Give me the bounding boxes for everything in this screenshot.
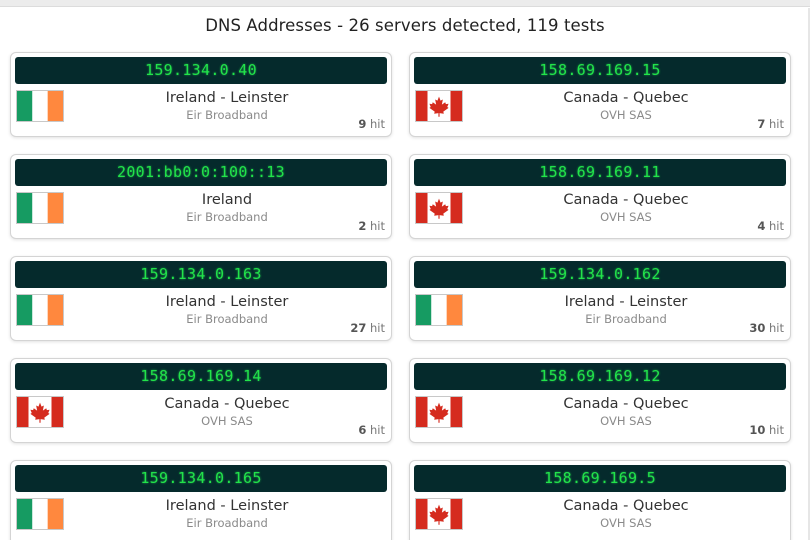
ip-address: 159.134.0.162 — [414, 261, 786, 288]
hit-number: 6 — [358, 423, 367, 437]
hit-number: 2 — [358, 219, 367, 233]
hit-label: hit — [769, 321, 784, 335]
hit-number: 7 — [757, 117, 766, 131]
ip-address: 158.69.169.15 — [414, 57, 786, 84]
hit-number: 27 — [350, 321, 367, 335]
hit-count: 4 hit — [757, 219, 784, 233]
server-card: 158.69.169.15 Canada - Quebec OVH SAS 7 … — [409, 52, 791, 137]
hit-count: 9 hit — [358, 117, 385, 131]
canada-flag-icon — [415, 396, 463, 428]
hit-count: 30 hit — [749, 321, 784, 335]
page-title: DNS Addresses - 26 servers detected, 119… — [205, 16, 605, 35]
hit-label: hit — [769, 219, 784, 233]
server-location: Ireland - Leinster — [564, 294, 688, 310]
server-location: Canada - Quebec — [563, 498, 689, 514]
browser-edge — [0, 0, 810, 7]
server-isp: OVH SAS — [600, 516, 652, 530]
ip-address: 158.69.169.14 — [15, 363, 387, 390]
hit-number: 10 — [749, 423, 766, 437]
server-card: 158.69.169.11 Canada - Quebec OVH SAS 4 … — [409, 154, 791, 239]
server-location: Canada - Quebec — [164, 396, 290, 412]
hit-label: hit — [769, 117, 784, 131]
canada-flag-icon — [16, 396, 64, 428]
ireland-flag-icon — [16, 192, 64, 224]
hit-count: 6 hit — [358, 423, 385, 437]
hit-count: 7 hit — [757, 117, 784, 131]
hit-label: hit — [370, 423, 385, 437]
hit-number: 9 — [358, 117, 367, 131]
hit-label: hit — [769, 423, 784, 437]
server-grid: 159.134.0.40 Ireland - Leinster Eir Broa… — [10, 52, 800, 540]
ireland-flag-icon — [16, 90, 64, 122]
server-card: 158.69.169.5 Canada - Quebec OVH SAS — [409, 460, 791, 540]
ireland-flag-icon — [16, 498, 64, 530]
ip-address: 2001:bb0:0:100::13 — [15, 159, 387, 186]
dns-results-page: DNS Addresses - 26 servers detected, 119… — [0, 0, 810, 540]
ip-address: 158.69.169.12 — [414, 363, 786, 390]
ireland-flag-icon — [16, 294, 64, 326]
server-isp: OVH SAS — [201, 414, 253, 428]
hit-count: 10 hit — [749, 423, 784, 437]
server-location: Canada - Quebec — [563, 192, 689, 208]
server-location: Ireland - Leinster — [165, 294, 289, 310]
canada-flag-icon — [415, 192, 463, 224]
server-location: Canada - Quebec — [563, 396, 689, 412]
ip-address: 159.134.0.163 — [15, 261, 387, 288]
server-card: 159.134.0.163 Ireland - Leinster Eir Bro… — [10, 256, 392, 341]
hit-number: 30 — [749, 321, 766, 335]
server-isp: Eir Broadband — [186, 108, 268, 122]
hit-label: hit — [370, 321, 385, 335]
hit-label: hit — [370, 117, 385, 131]
hit-number: 4 — [757, 219, 766, 233]
ireland-flag-icon — [415, 294, 463, 326]
ip-address: 158.69.169.5 — [414, 465, 786, 492]
server-isp: OVH SAS — [600, 414, 652, 428]
server-isp: OVH SAS — [600, 210, 652, 224]
ip-address: 159.134.0.165 — [15, 465, 387, 492]
server-location: Canada - Quebec — [563, 90, 689, 106]
server-isp: OVH SAS — [600, 108, 652, 122]
server-isp: Eir Broadband — [585, 312, 667, 326]
server-isp: Eir Broadband — [186, 516, 268, 530]
ip-address: 159.134.0.40 — [15, 57, 387, 84]
server-location: Ireland — [201, 192, 253, 208]
server-card: 158.69.169.12 Canada - Quebec OVH SAS 10… — [409, 358, 791, 443]
canada-flag-icon — [415, 90, 463, 122]
server-card: 158.69.169.14 Canada - Quebec OVH SAS 6 … — [10, 358, 392, 443]
canada-flag-icon — [415, 498, 463, 530]
server-card: 159.134.0.162 Ireland - Leinster Eir Bro… — [409, 256, 791, 341]
server-isp: Eir Broadband — [186, 312, 268, 326]
server-isp: Eir Broadband — [186, 210, 268, 224]
server-card: 2001:bb0:0:100::13 Ireland Eir Broadband… — [10, 154, 392, 239]
server-card: 159.134.0.40 Ireland - Leinster Eir Broa… — [10, 52, 392, 137]
ip-address: 158.69.169.11 — [414, 159, 786, 186]
server-card: 159.134.0.165 Ireland - Leinster Eir Bro… — [10, 460, 392, 540]
hit-count: 27 hit — [350, 321, 385, 335]
server-location: Ireland - Leinster — [165, 90, 289, 106]
hit-label: hit — [370, 219, 385, 233]
server-location: Ireland - Leinster — [165, 498, 289, 514]
hit-count: 2 hit — [358, 219, 385, 233]
